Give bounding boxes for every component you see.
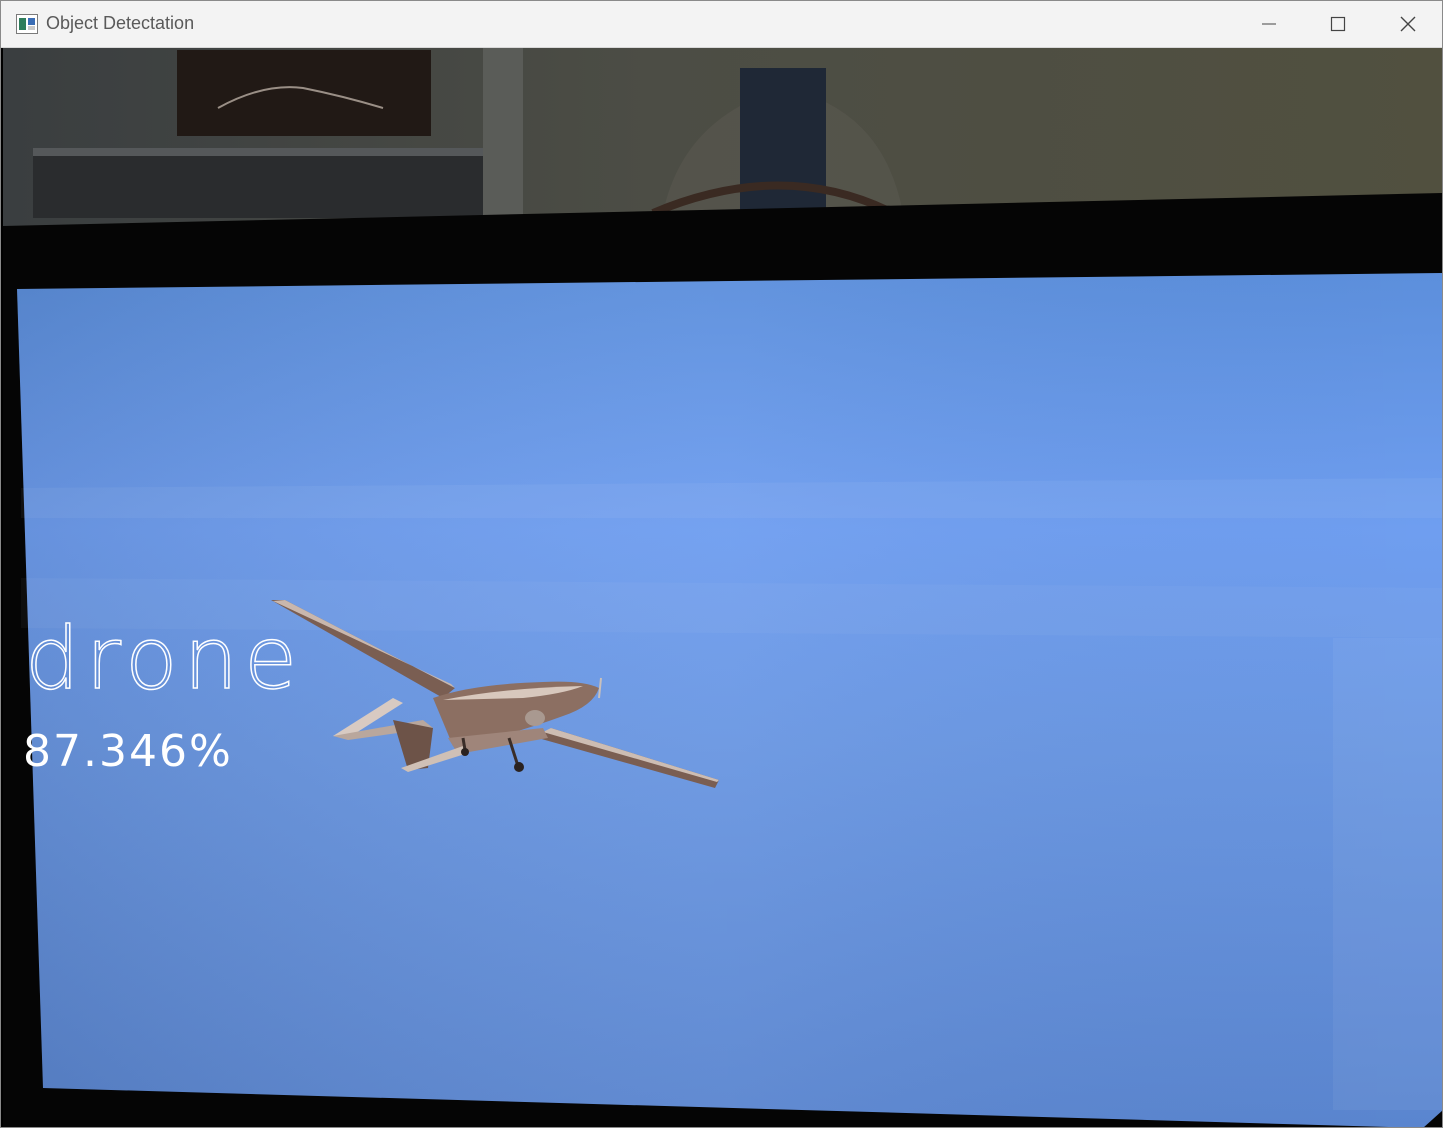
maximize-icon — [1330, 16, 1346, 32]
camera-frame-image — [3, 48, 1442, 1127]
camera-feed: drone 87.346% — [3, 48, 1442, 1127]
title-bar[interactable]: Object Detectation — [1, 1, 1442, 48]
minimize-icon — [1261, 16, 1277, 32]
app-window: Object Detectation drone 87.346% — [0, 0, 1443, 1128]
app-window-icon — [16, 14, 38, 34]
maximize-button[interactable] — [1304, 1, 1372, 47]
minimize-button[interactable] — [1235, 1, 1303, 47]
close-icon — [1399, 15, 1417, 33]
window-title: Object Detectation — [46, 13, 195, 33]
detection-label: drone — [24, 609, 304, 709]
detection-confidence: 87.346% — [23, 726, 233, 777]
close-button[interactable] — [1374, 1, 1442, 47]
